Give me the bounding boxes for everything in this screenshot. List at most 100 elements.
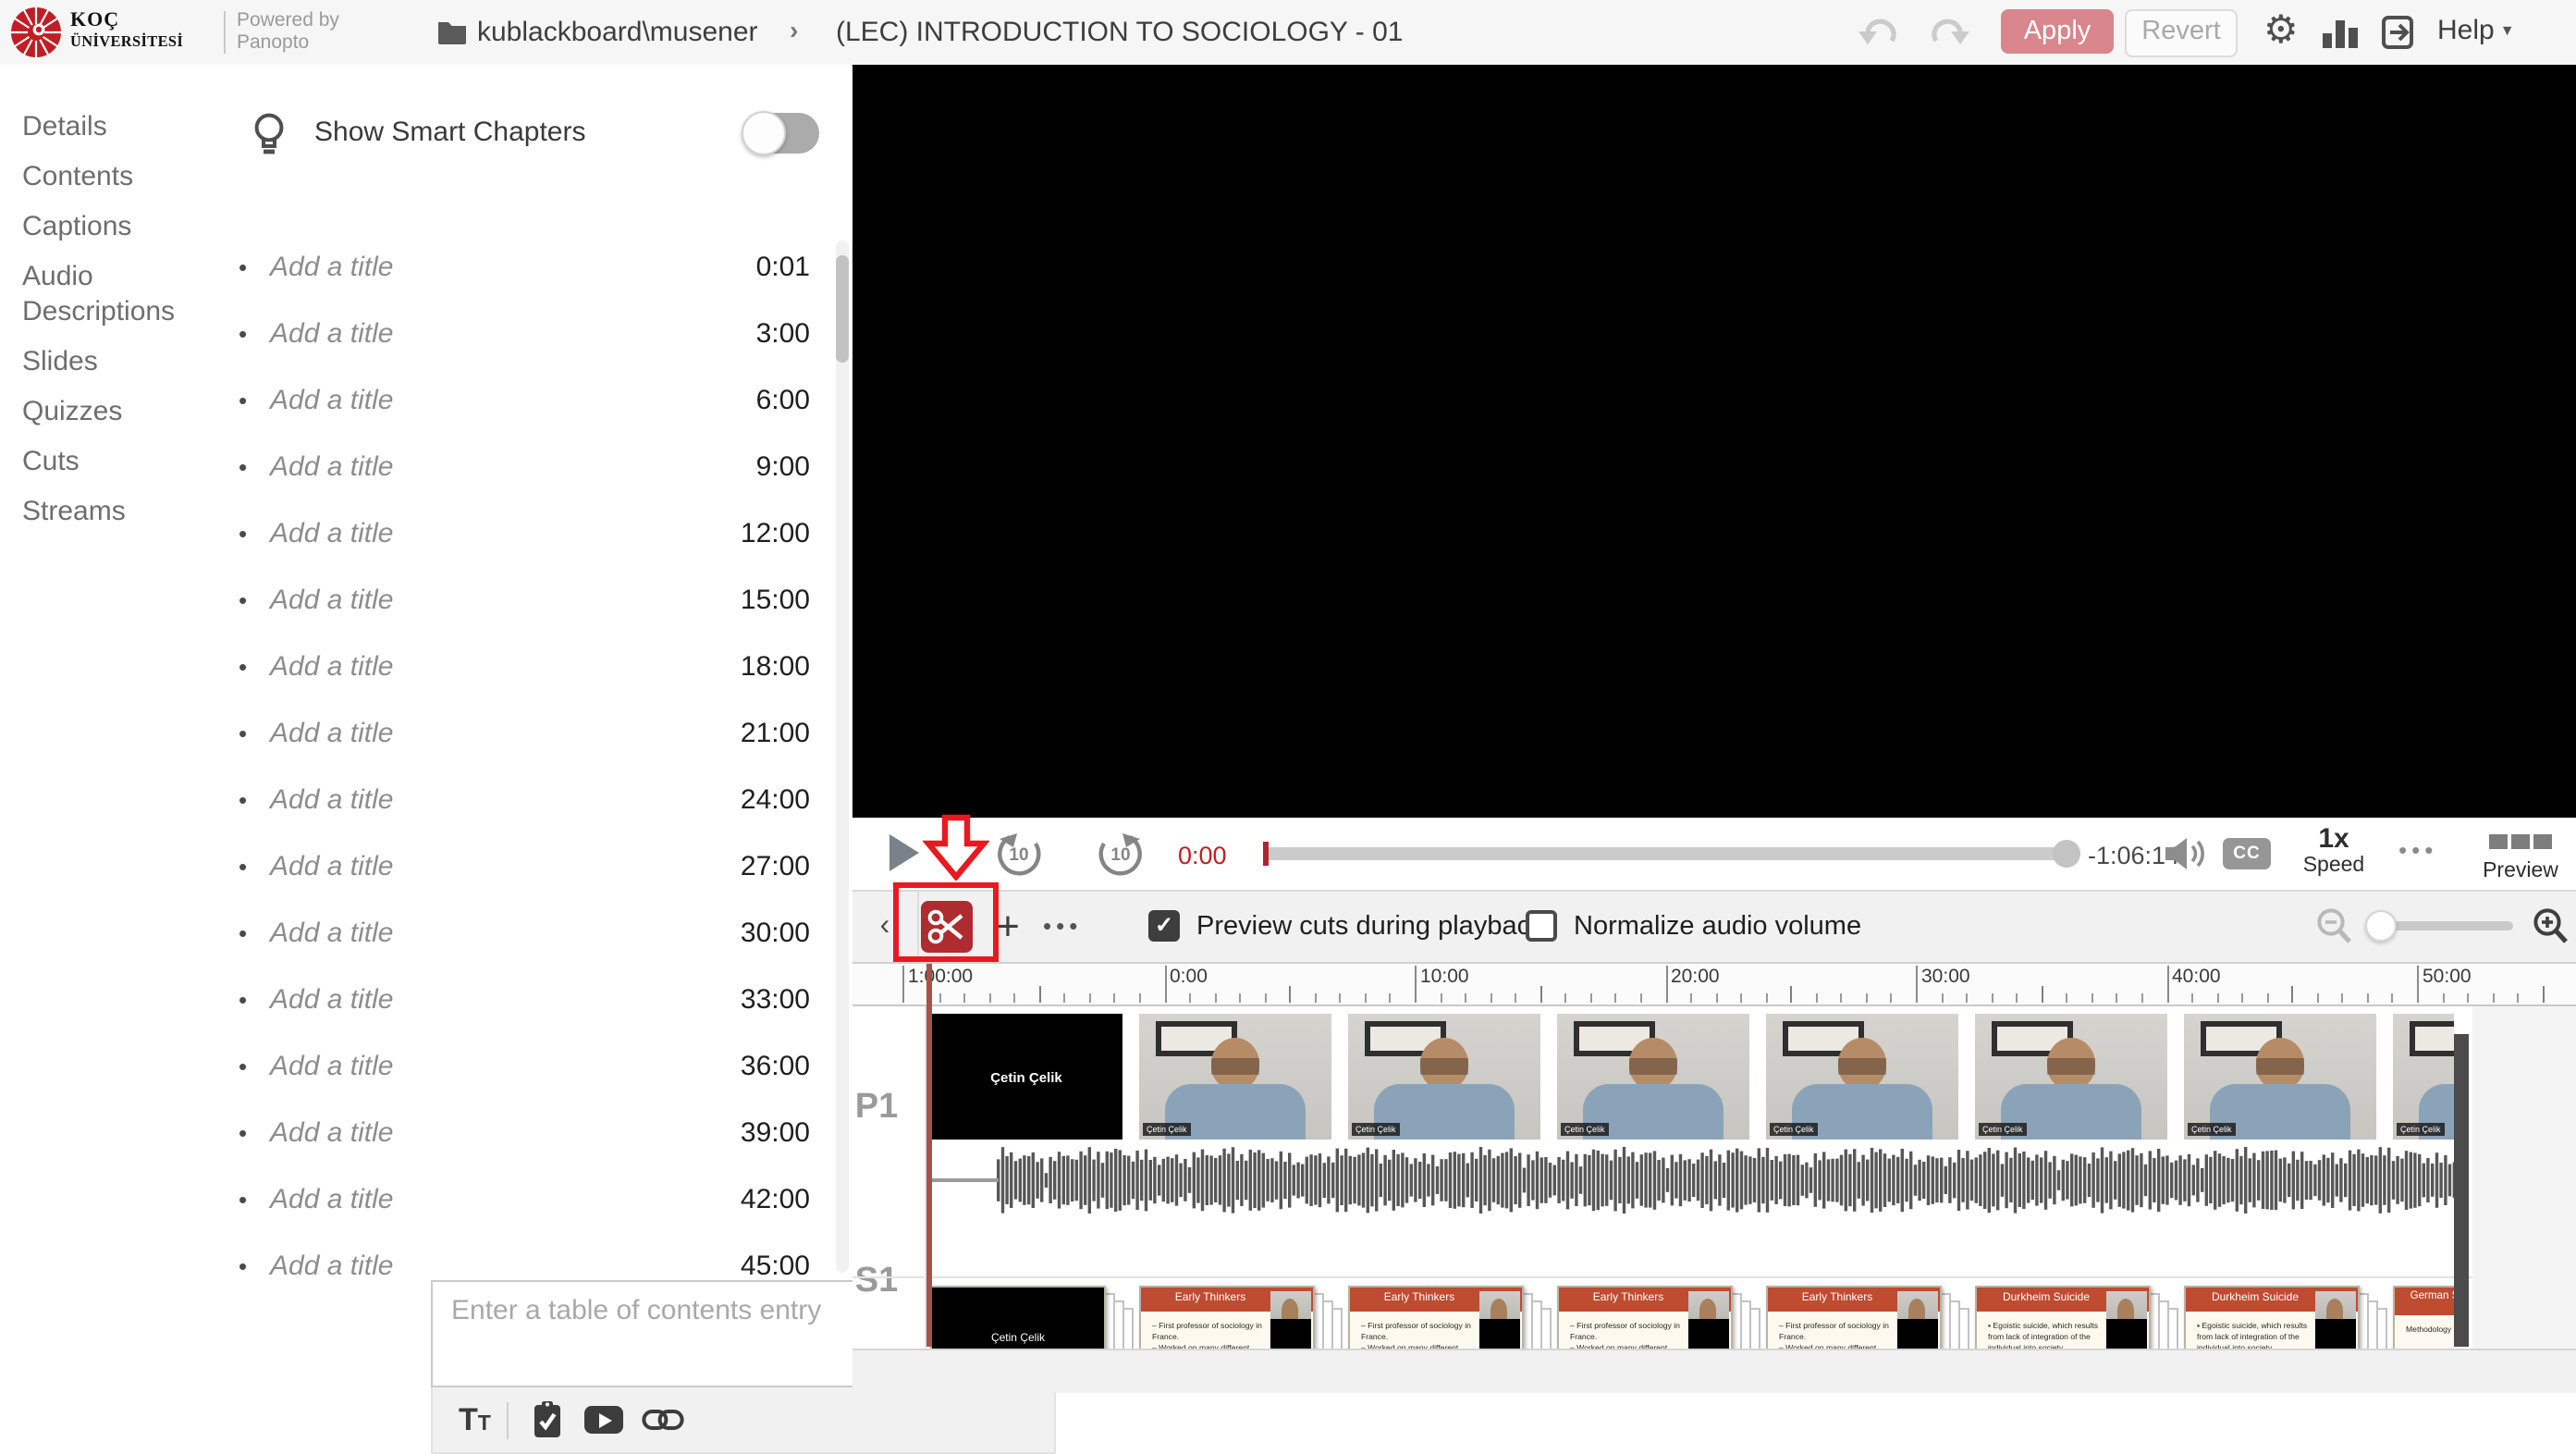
contents-entry[interactable]: • Add a title 27:00 bbox=[213, 832, 851, 899]
timeline-slide-group[interactable]: Early Thinkers – First professor of soci… bbox=[1557, 1286, 1733, 1349]
sidebar-item[interactable]: Quizzes bbox=[0, 387, 213, 437]
volume-icon[interactable] bbox=[2164, 836, 2210, 871]
zoom-out-icon[interactable] bbox=[2315, 906, 2354, 947]
timeline-scrollbar-thumb[interactable] bbox=[2454, 1034, 2469, 1347]
timeline-thumbnail[interactable]: Çetin Çelik Çetin Çelik bbox=[1139, 1014, 1331, 1140]
contents-entry[interactable]: • Add a title 33:00 bbox=[213, 966, 851, 1032]
contents-scrollbar-thumb[interactable] bbox=[836, 255, 849, 363]
rewind-10-icon[interactable]: 10 bbox=[993, 827, 1045, 879]
help-menu[interactable]: Help▼ bbox=[2437, 15, 2515, 46]
add-stream-button[interactable]: + bbox=[986, 899, 1030, 955]
timeline-slide-group[interactable]: Early Thinkers – First professor of soci… bbox=[1766, 1286, 1942, 1349]
contents-entry[interactable]: • Add a title 18:00 bbox=[213, 633, 851, 699]
contents-entry[interactable]: • Add a title 9:00 bbox=[213, 433, 851, 499]
settings-gear-icon[interactable]: ⚙ bbox=[2263, 6, 2299, 57]
timeline-slide-group[interactable]: Early Thinkers – First professor of soci… bbox=[1139, 1286, 1315, 1349]
sidebar-item[interactable]: Details bbox=[0, 102, 213, 152]
contents-entry[interactable]: • Add a title 15:00 bbox=[213, 566, 851, 633]
entry-title[interactable]: Add a title bbox=[261, 450, 756, 482]
video-embed-icon[interactable] bbox=[585, 1406, 624, 1434]
zoom-slider-knob[interactable] bbox=[2365, 910, 2397, 942]
redo-icon[interactable] bbox=[1925, 13, 1969, 50]
collapse-timeline-chevron[interactable]: ‹ bbox=[853, 892, 919, 962]
exit-icon[interactable] bbox=[2378, 13, 2417, 52]
timeline-ruler[interactable]: 0:0010:0020:0030:0040:0050:001:00:00 bbox=[853, 964, 2576, 1006]
contents-entry[interactable]: • Add a title 36:00 bbox=[213, 1032, 851, 1099]
entry-time: 15:00 bbox=[741, 584, 810, 615]
timeline-playhead[interactable] bbox=[926, 964, 931, 1347]
entry-title[interactable]: Add a title bbox=[261, 850, 741, 881]
sidebar-item[interactable]: Cuts bbox=[0, 437, 213, 487]
progress-bar[interactable] bbox=[1263, 847, 2071, 860]
timeline-thumbnail[interactable]: Çetin Çelik Çetin Çelik bbox=[1766, 1014, 1958, 1140]
undo-icon[interactable] bbox=[1858, 13, 1903, 50]
video-player[interactable] bbox=[853, 65, 2576, 818]
entry-title[interactable]: Add a title bbox=[261, 717, 741, 748]
contents-entry[interactable]: • Add a title 3:00 bbox=[213, 300, 851, 366]
cut-scissors-button[interactable] bbox=[921, 901, 973, 953]
entry-title[interactable]: Add a title bbox=[261, 917, 741, 948]
quiz-clipboard-icon[interactable] bbox=[530, 1399, 567, 1440]
contents-entry[interactable]: • Add a title 21:00 bbox=[213, 699, 851, 766]
timeline-thumbnail[interactable]: Çetin Çelik Çetin Çelik bbox=[1975, 1014, 2167, 1140]
more-options-icon[interactable]: ••• bbox=[2398, 836, 2437, 864]
entry-bullet: • bbox=[239, 652, 261, 680]
timeline-slide-group[interactable]: Çetin Çelik bbox=[930, 1286, 1106, 1349]
entry-title[interactable]: Add a title bbox=[261, 1250, 741, 1280]
normalize-audio-checkbox[interactable] bbox=[1526, 910, 1557, 942]
contents-entry[interactable]: • Add a title 0:01 bbox=[213, 233, 851, 300]
entry-title[interactable]: Add a title bbox=[261, 983, 741, 1015]
preview-toggle[interactable]: Preview bbox=[2469, 825, 2572, 882]
audio-waveform[interactable] bbox=[930, 1143, 2454, 1217]
entry-title[interactable]: Add a title bbox=[261, 251, 756, 282]
entry-title[interactable]: Add a title bbox=[261, 584, 741, 615]
play-button[interactable] bbox=[889, 834, 919, 871]
closed-captions-button[interactable]: CC bbox=[2223, 838, 2271, 869]
entry-title[interactable]: Add a title bbox=[261, 783, 741, 815]
entry-title[interactable]: Add a title bbox=[261, 384, 756, 415]
sidebar-item[interactable]: Streams bbox=[0, 487, 213, 536]
sidebar-item[interactable]: Captions bbox=[0, 202, 213, 252]
sidebar-item[interactable]: Audio Descriptions bbox=[0, 252, 213, 337]
timeline-slide-group[interactable]: German Sociology: Max Weber Methodology … bbox=[2393, 1286, 2454, 1349]
timeline-thumbnail[interactable]: Çetin Çelik Çetin Çelik bbox=[1557, 1014, 1749, 1140]
sidebar-item[interactable]: Contents bbox=[0, 152, 213, 202]
speed-control[interactable]: 1x Speed bbox=[2291, 823, 2376, 877]
breadcrumb-folder[interactable]: kublackboard\musener bbox=[477, 17, 758, 48]
progress-playhead-tick[interactable] bbox=[1263, 842, 1269, 866]
slide-title: German Sociology: Max Weber bbox=[2395, 1288, 2454, 1315]
contents-entry[interactable]: • Add a title 12:00 bbox=[213, 499, 851, 566]
timeline-slide-group[interactable]: Durkheim Suicide ▪ Egoistic suicide, whi… bbox=[1975, 1286, 2151, 1349]
apply-button[interactable]: Apply bbox=[2001, 9, 2114, 54]
contents-scrollbar[interactable] bbox=[836, 240, 849, 1273]
contents-entry[interactable]: • Add a title 24:00 bbox=[213, 766, 851, 832]
contents-entry[interactable]: • Add a title 6:00 bbox=[213, 366, 851, 433]
entry-title[interactable]: Add a title bbox=[261, 1183, 741, 1214]
timeline-zoom-slider[interactable] bbox=[2373, 921, 2513, 930]
timeline-thumbnail[interactable]: Çetin Çelik Çetin Çelik bbox=[2184, 1014, 2376, 1140]
entry-title[interactable]: Add a title bbox=[261, 650, 741, 682]
entry-title[interactable]: Add a title bbox=[261, 1050, 741, 1081]
timeline-more-icon[interactable]: ••• bbox=[1043, 912, 1082, 940]
contents-entry[interactable]: • Add a title 45:00 bbox=[213, 1232, 851, 1280]
link-icon[interactable] bbox=[643, 1408, 685, 1432]
entry-title[interactable]: Add a title bbox=[261, 517, 741, 548]
timeline-thumbnail[interactable]: Çetin Çelik Çetin Çelik bbox=[1348, 1014, 1540, 1140]
entry-title[interactable]: Add a title bbox=[261, 1116, 741, 1148]
preview-cuts-checkbox[interactable]: ✓ bbox=[1148, 910, 1180, 942]
contents-entry[interactable]: • Add a title 30:00 bbox=[213, 899, 851, 966]
zoom-in-icon[interactable] bbox=[2532, 906, 2570, 947]
timeline-slide-group[interactable]: Early Thinkers – First professor of soci… bbox=[1348, 1286, 1524, 1349]
sidebar-item[interactable]: Slides bbox=[0, 337, 213, 387]
contents-entry[interactable]: • Add a title 42:00 bbox=[213, 1165, 851, 1232]
timeline-slide-group[interactable]: Durkheim Suicide ▪ Egoistic suicide, whi… bbox=[2184, 1286, 2360, 1349]
timeline-thumbnail[interactable]: Çetin Çelik Çetin Çelik bbox=[930, 1014, 1122, 1140]
smart-chapters-toggle[interactable] bbox=[745, 113, 819, 154]
contents-entry[interactable]: • Add a title 39:00 bbox=[213, 1099, 851, 1165]
forward-10-icon[interactable]: 10 bbox=[1095, 827, 1147, 879]
revert-button[interactable]: Revert bbox=[2125, 9, 2238, 57]
timeline-thumbnail[interactable]: Çetin Çelik Çetin Çelik bbox=[2393, 1014, 2454, 1140]
entry-title[interactable]: Add a title bbox=[261, 317, 756, 349]
stats-icon[interactable] bbox=[2323, 20, 2360, 48]
text-format-icon[interactable]: TT bbox=[459, 1401, 491, 1438]
